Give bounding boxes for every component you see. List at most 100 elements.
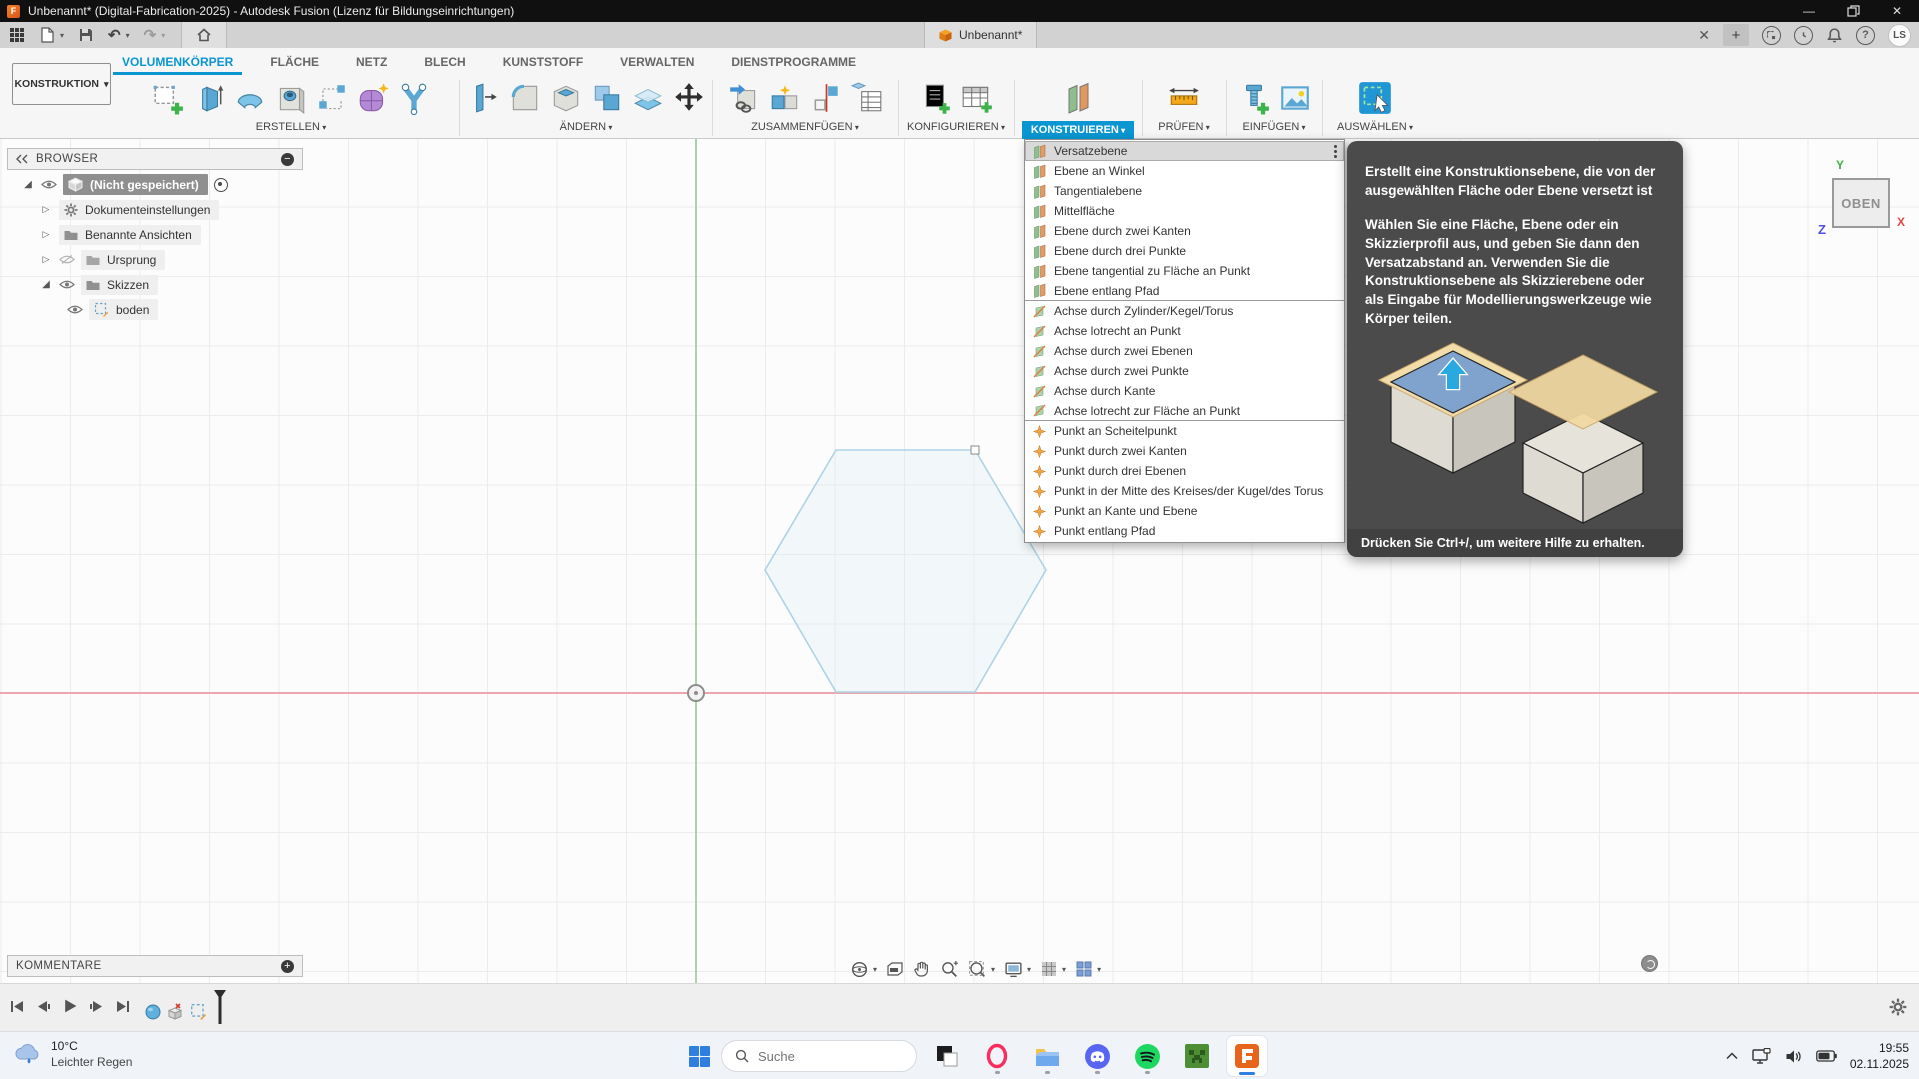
fit-view-icon[interactable] [968,960,987,979]
collapse-panel-icon[interactable] [16,154,28,164]
app-grid-icon[interactable] [9,27,25,43]
extensions-icon[interactable] [1762,26,1781,45]
menu-item[interactable]: Punkt durch drei Ebenen [1025,461,1344,481]
activate-component-radio[interactable] [214,178,228,192]
fillet-icon[interactable] [508,81,542,115]
tree-row-boden[interactable]: boden [7,297,228,322]
tree-row-ursprung[interactable]: ▷ Ursprung [7,247,228,272]
press-pull-icon[interactable] [467,81,501,115]
menu-item[interactable]: Ebene entlang Pfad [1025,281,1344,301]
volume-icon[interactable] [1785,1049,1803,1064]
grid-settings-caret[interactable]: ▾ [1062,965,1066,974]
minimize-button[interactable]: — [1787,0,1831,22]
pattern-icon[interactable] [315,81,349,115]
tab-volumenkoerper[interactable]: VOLUMENKÖRPER [122,52,233,72]
undo-history-caret[interactable]: ▾ [126,31,130,40]
notifications-bell-icon[interactable] [1826,27,1843,44]
tree-row-document[interactable]: ◢ (Nicht gespeichert) [7,172,228,197]
split-body-icon[interactable] [631,81,665,115]
align-icon[interactable] [809,81,843,115]
menu-item[interactable]: Punkt an Scheitelpunkt [1025,421,1344,441]
hole-icon[interactable] [274,81,308,115]
redo-icon[interactable]: ↷ [144,26,157,44]
menu-item[interactable]: Punkt durch zwei Kanten [1025,441,1344,461]
hexagon-sketch[interactable] [760,444,1052,698]
redo-history-caret[interactable]: ▾ [161,31,165,40]
tab-blech[interactable]: BLECH [424,52,465,72]
fusion-app-icon[interactable] [1227,1036,1267,1076]
new-tab-button[interactable]: + [1723,24,1749,46]
close-window-button[interactable]: ✕ [1875,0,1919,22]
group-label-pruefen[interactable]: PRÜFEN [1158,121,1209,133]
create-sketch-icon[interactable] [151,81,185,115]
body-error-feature-icon[interactable] [167,1003,184,1020]
theme-toggle-app-icon[interactable] [927,1036,967,1076]
pan-icon[interactable] [913,960,931,978]
expander-open-icon[interactable]: ◢ [21,179,35,190]
menu-item[interactable]: Achse durch Zylinder/Kegel/Torus [1025,301,1344,321]
menu-item[interactable]: Punkt an Kante und Ebene [1025,501,1344,521]
home-tab[interactable] [181,22,227,48]
go-to-start-icon[interactable] [10,999,25,1014]
menu-item[interactable]: Punkt entlang Pfad [1025,521,1344,541]
close-tab-icon[interactable]: ✕ [1698,27,1710,44]
expander-closed-icon[interactable]: ▷ [39,229,53,240]
undo-icon[interactable]: ↶ [108,26,121,44]
measure-icon[interactable] [1167,81,1201,115]
insert-image-icon[interactable] [1278,81,1312,115]
job-status-icon[interactable] [1794,26,1813,45]
menu-item[interactable]: Ebene durch drei Punkte [1025,241,1344,261]
bom-table-icon[interactable] [850,81,884,115]
expander-closed-icon[interactable]: ▷ [39,204,53,215]
shell-icon[interactable] [549,81,583,115]
assistant-icon[interactable] [1641,955,1658,972]
sketch-feature-icon[interactable] [190,1003,207,1020]
configuration-table-icon[interactable] [960,81,994,115]
expander-open-icon[interactable]: ◢ [39,279,53,290]
group-label-erstellen[interactable]: ERSTELLEN [256,121,326,133]
browser-panel-header[interactable]: BROWSER − [7,148,303,170]
sketch-point-handle[interactable] [971,446,979,454]
tab-dienstprogramme[interactable]: DIENSTPROGRAMME [731,52,856,72]
tab-netz[interactable]: NETZ [356,52,387,72]
battery-icon[interactable] [1816,1050,1837,1062]
zoom-icon[interactable] [940,960,959,979]
opera-gx-app-icon[interactable] [977,1036,1017,1076]
viewports-caret[interactable]: ▾ [1097,965,1101,974]
orbit-caret[interactable]: ▾ [873,965,877,974]
display-settings-caret[interactable]: ▾ [1027,965,1031,974]
step-forward-icon[interactable] [89,999,104,1014]
browser-collapse-button[interactable]: − [281,153,294,166]
create-form-icon[interactable] [356,81,390,115]
timeline-position-marker[interactable] [213,990,227,1024]
orbit-icon[interactable] [850,960,869,979]
search-input[interactable] [758,1049,888,1064]
group-label-konfigurieren[interactable]: KONFIGURIEREN [907,121,1005,133]
origin-marker[interactable] [687,684,705,702]
menu-item[interactable]: Ebene tangential zu Fläche an Punkt [1025,261,1344,281]
cast-display-icon[interactable] [1752,1048,1772,1065]
group-label-konstruieren[interactable]: KONSTRUIEREN [1022,121,1134,139]
minecraft-app-icon[interactable] [1177,1036,1217,1076]
menu-item[interactable]: Punkt in der Mitte des Kreises/der Kugel… [1025,481,1344,501]
group-label-auswaehlen[interactable]: AUSWÄHLEN [1337,121,1413,133]
fit-caret[interactable]: ▾ [991,965,995,974]
eye-visible-icon[interactable] [59,279,75,290]
sphere-feature-icon[interactable] [145,1004,161,1020]
restore-button[interactable] [1831,0,1875,22]
display-settings-icon[interactable] [1004,960,1023,979]
construction-plane-icon[interactable] [1060,80,1096,116]
eye-visible-icon[interactable] [67,304,83,315]
insert-fastener-icon[interactable] [1237,81,1271,115]
step-back-icon[interactable] [36,999,51,1014]
move-icon[interactable] [672,81,706,115]
group-label-aendern[interactable]: ÄNDERN [560,121,613,133]
menu-item[interactable]: Achse durch Kante [1025,381,1344,401]
clock-widget[interactable]: 19:55 02.11.2025 [1850,1040,1909,1072]
tree-row-benannte-ansichten[interactable]: ▷ Benannte Ansichten [7,222,228,247]
combine-icon[interactable] [590,81,624,115]
select-icon[interactable] [1356,79,1394,117]
tab-verwalten[interactable]: VERWALTEN [620,52,694,72]
menu-item[interactable]: Tangentialebene [1025,181,1344,201]
group-label-einfuegen[interactable]: EINFÜGEN [1242,121,1305,133]
